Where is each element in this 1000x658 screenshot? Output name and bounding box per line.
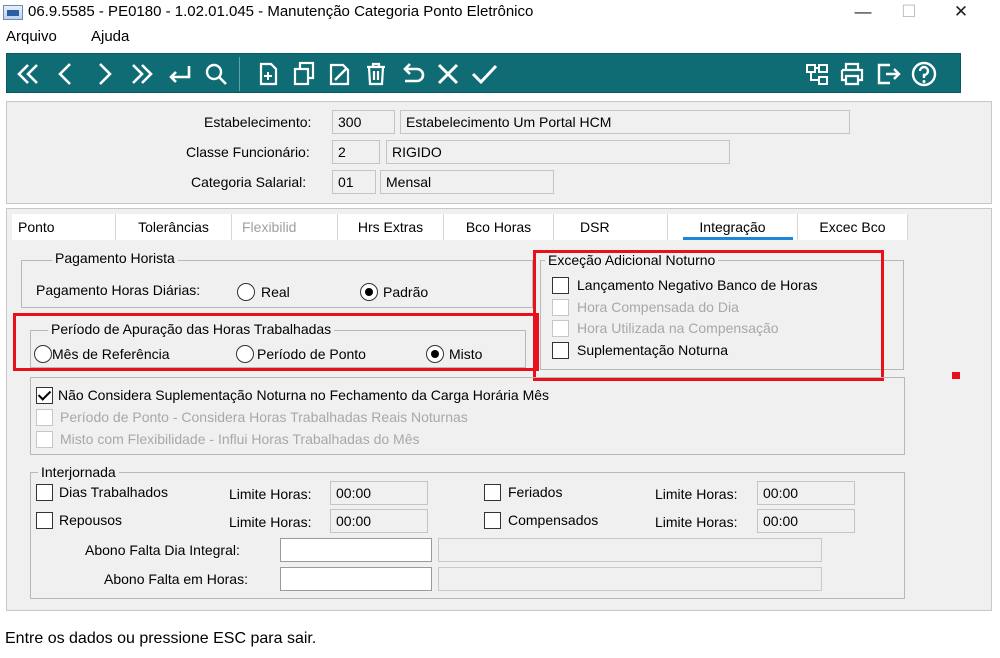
real-label: Real	[261, 284, 290, 300]
feriados-limit[interactable]: 00:00	[757, 481, 855, 505]
interjornada-title: Interjornada	[38, 464, 119, 480]
repousos-checkbox[interactable]	[36, 512, 53, 529]
help-icon[interactable]	[909, 59, 939, 89]
padrao-label: Padrão	[383, 284, 429, 300]
periodo-ponto-reais-checkbox[interactable]	[36, 409, 53, 426]
close-button[interactable]: ✕	[938, 0, 984, 26]
menu-arquivo[interactable]: Arquivo	[6, 28, 57, 45]
first-icon[interactable]	[13, 59, 43, 89]
tab-bco-horas[interactable]: Bco Horas	[444, 214, 554, 240]
limite-horas-label: Limite Horas:	[229, 486, 312, 502]
classe-label: Classe Funcionário:	[186, 144, 310, 160]
feriados-label: Feriados	[508, 484, 563, 500]
compensados-limit[interactable]: 00:00	[757, 509, 855, 533]
edit-icon[interactable]	[325, 59, 355, 89]
new-icon[interactable]	[253, 59, 283, 89]
repousos-limit[interactable]: 00:00	[330, 509, 428, 533]
maximize-button[interactable]: ☐	[886, 0, 932, 26]
classe-code: 2	[332, 140, 380, 164]
abono-integral-description	[438, 538, 822, 562]
minimize-button[interactable]: —	[840, 0, 886, 26]
nao-considera-checkbox[interactable]	[36, 387, 53, 404]
tree-icon[interactable]	[802, 59, 832, 89]
goto-icon[interactable]	[165, 59, 195, 89]
compensados-checkbox[interactable]	[484, 512, 501, 529]
periodo-ponto-reais-label: Período de Ponto - Considera Horas Traba…	[60, 409, 468, 425]
estabelecimento-label: Estabelecimento:	[204, 114, 312, 130]
confirm-icon[interactable]	[469, 59, 499, 89]
estabelecimento-code: 300	[332, 110, 395, 134]
pagamento-horista-title: Pagamento Horista	[52, 250, 178, 266]
menu-ajuda[interactable]: Ajuda	[91, 28, 129, 45]
nao-considera-label: Não Considera Suplementação Noturna no F…	[58, 387, 550, 403]
toolbar	[6, 53, 961, 93]
abono-horas-description	[438, 567, 822, 591]
status-text: Entre os dados ou pressione ESC para sai…	[5, 630, 317, 647]
pagamento-horas-label: Pagamento Horas Diárias:	[36, 282, 201, 298]
last-icon[interactable]	[127, 59, 157, 89]
previous-icon[interactable]	[51, 59, 81, 89]
undo-icon[interactable]	[397, 59, 427, 89]
padrao-radio[interactable]	[360, 283, 378, 301]
dias-trabalhados-limit[interactable]: 00:00	[330, 481, 428, 505]
cancel-icon[interactable]	[433, 59, 463, 89]
status-bar: Entre os dados ou pressione ESC para sai…	[0, 625, 1000, 658]
real-radio[interactable]	[237, 283, 255, 301]
tab-tolerancias[interactable]: Tolerâncias	[116, 214, 232, 240]
search-icon[interactable]	[201, 59, 231, 89]
repousos-label: Repousos	[59, 512, 123, 528]
dias-trabalhados-label: Dias Trabalhados	[59, 484, 168, 500]
red-marker	[952, 372, 960, 379]
limite-horas-label: Limite Horas:	[655, 486, 738, 502]
limite-horas-label: Limite Horas:	[229, 514, 312, 530]
estabelecimento-description: Estabelecimento Um Portal HCM	[400, 110, 850, 134]
compensados-label: Compensados	[508, 512, 599, 528]
classe-description: RIGIDO	[386, 140, 730, 164]
excecao-highlight-box	[533, 250, 884, 381]
delete-icon[interactable]	[361, 59, 391, 89]
print-icon[interactable]	[837, 59, 867, 89]
tab-ponto[interactable]: Ponto	[12, 214, 116, 240]
tab-excec-bco[interactable]: Excec Bco	[798, 214, 908, 240]
misto-flexibilidade-checkbox[interactable]	[36, 431, 53, 448]
limite-horas-label: Limite Horas:	[655, 514, 738, 530]
menu-bar: Arquivo Ajuda	[0, 26, 1000, 48]
tab-dsr[interactable]: DSR	[554, 214, 668, 240]
categoria-description: Mensal	[380, 170, 554, 194]
dias-trabalhados-checkbox[interactable]	[36, 484, 53, 501]
categoria-label: Categoria Salarial:	[191, 174, 307, 190]
abono-integral-label: Abono Falta Dia Integral:	[85, 542, 240, 558]
toolbar-separator	[239, 57, 240, 91]
exit-icon[interactable]	[873, 59, 903, 89]
periodo-highlight-box	[13, 313, 539, 371]
next-icon[interactable]	[89, 59, 119, 89]
abono-horas-label: Abono Falta em Horas:	[104, 571, 248, 587]
copy-icon[interactable]	[289, 59, 319, 89]
feriados-checkbox[interactable]	[484, 484, 501, 501]
tab-hrs-extras[interactable]: Hrs Extras	[338, 214, 444, 240]
misto-flexibilidade-label: Misto com Flexibilidade - Influi Horas T…	[60, 431, 420, 447]
abono-integral-input[interactable]	[280, 538, 432, 562]
window-title: 06.9.5585 - PE0180 - 1.02.01.045 - Manut…	[28, 3, 534, 20]
abono-horas-input[interactable]	[280, 567, 432, 591]
tab-flexibilid[interactable]: Flexibilid	[232, 214, 338, 240]
title-bar: 06.9.5585 - PE0180 - 1.02.01.045 - Manut…	[0, 0, 1000, 26]
active-tab-indicator	[683, 237, 793, 240]
app-icon	[3, 5, 23, 20]
categoria-code: 01	[332, 170, 376, 194]
